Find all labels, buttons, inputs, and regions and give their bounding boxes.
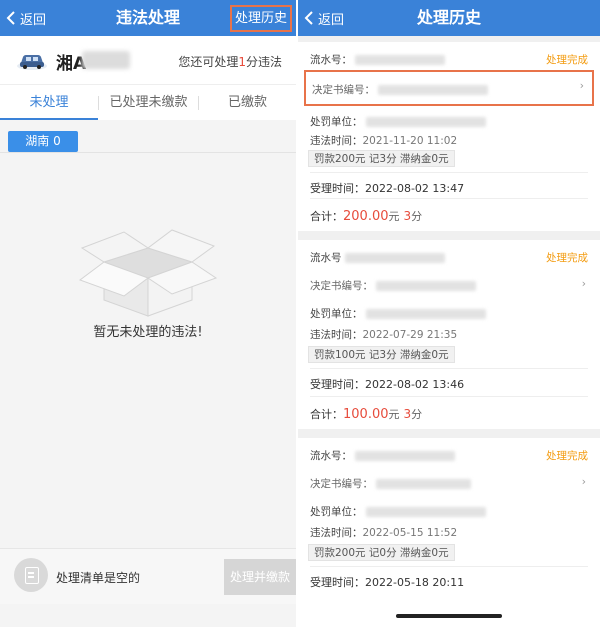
violation-processing-screen: 返回 违法处理 处理历史 湘A 您还可处理1分违法 未处理 已处理未缴款 已缴款… (0, 0, 296, 627)
history-record: 流水号 处理完成 决定书编号： › 处罚单位： 违法时间：2022-07-29 … (298, 240, 600, 429)
history-button[interactable]: 处理历史 (229, 5, 292, 32)
status-badge: 处理完成 (546, 252, 588, 264)
empty-box-icon (78, 229, 218, 317)
processing-history-screen: 返回 处理历史 流水号： 处理完成 决定书编号： › 处罚单位： 违法时间：20… (298, 0, 600, 627)
chevron-right-icon: › (581, 476, 586, 488)
total-row: 合计：200.00元 3分 (310, 209, 423, 224)
accepted-time: 受理时间：2022-05-18 20:11 (310, 576, 465, 589)
accepted-time: 受理时间：2022-08-02 13:47 (310, 182, 465, 195)
accepted-time: 受理时间：2022-08-02 13:46 (310, 378, 465, 391)
page-title: 处理历史 (416, 8, 481, 27)
violation-time-row: 违法时间：2021-11-20 11:02 (310, 135, 458, 147)
history-record: 流水号： 处理完成 决定书编号： › 处罚单位： 违法时间：2021-11-20… (298, 42, 600, 231)
tab-unprocessed[interactable]: 未处理 (0, 85, 98, 120)
tab-paid[interactable]: 已缴款 (199, 85, 296, 120)
chevron-right-icon: › (579, 80, 584, 92)
list-icon[interactable] (14, 558, 48, 592)
redacted-value (365, 309, 486, 319)
decision-number-row[interactable]: 决定书编号： › (304, 272, 594, 298)
status-badge: 处理完成 (546, 450, 588, 462)
violation-time-row: 违法时间：2022-05-15 11:52 (310, 527, 458, 539)
car-icon (17, 55, 47, 70)
violation-time-row: 违法时间：2022-07-29 21:35 (310, 329, 458, 341)
redacted-value (355, 451, 456, 461)
penalty-unit-row: 处罚单位： (310, 306, 588, 321)
penalty-summary: 罚款200元 记0分 滞纳金0元 (308, 544, 455, 561)
redacted-value (365, 507, 486, 517)
tab-processed-unpaid[interactable]: 已处理未缴款 (99, 85, 198, 120)
penalty-summary: 罚款100元 记3分 滞纳金0元 (308, 346, 455, 363)
bottom-action-bar: 处理清单是空的 处理并缴款 (0, 548, 296, 604)
redacted-value (376, 479, 472, 489)
empty-state-message: 暂无未处理的违法! (93, 325, 203, 340)
status-badge: 处理完成 (546, 54, 588, 66)
remaining-points-text: 您还可处理1分违法 (178, 55, 282, 69)
process-and-pay-button[interactable]: 处理并缴款 (224, 559, 296, 595)
active-tab-indicator (0, 118, 98, 120)
navbar: 返回 违法处理 处理历史 (0, 0, 296, 36)
penalty-summary: 罚款200元 记3分 滞纳金0元 (308, 150, 455, 167)
redacted-value (344, 253, 445, 263)
redacted-value (378, 85, 489, 95)
redacted-value (355, 55, 446, 65)
home-indicator (396, 614, 502, 618)
history-record: 流水号： 处理完成 决定书编号： › 处罚单位： 违法时间：2022-05-15… (298, 438, 600, 627)
region-filter[interactable]: 湖南 0 (8, 131, 78, 152)
decision-number-row[interactable]: 决定书编号： › (304, 70, 594, 106)
vehicle-row: 湘A 您还可处理1分违法 (0, 36, 296, 84)
chevron-right-icon: › (581, 278, 586, 290)
plate-redaction (82, 51, 130, 69)
region-divider (0, 152, 296, 153)
redacted-value (365, 117, 486, 127)
penalty-unit-row: 处罚单位： (310, 504, 588, 519)
redacted-value (376, 281, 477, 291)
navbar: 返回 处理历史 (298, 0, 600, 36)
status-tabs: 未处理 已处理未缴款 已缴款 (0, 84, 296, 120)
decision-number-row[interactable]: 决定书编号： › (304, 470, 594, 496)
list-status-text: 处理清单是空的 (56, 571, 141, 585)
total-row: 合计：100.00元 3分 (310, 407, 423, 422)
penalty-unit-row: 处罚单位： (310, 114, 588, 129)
